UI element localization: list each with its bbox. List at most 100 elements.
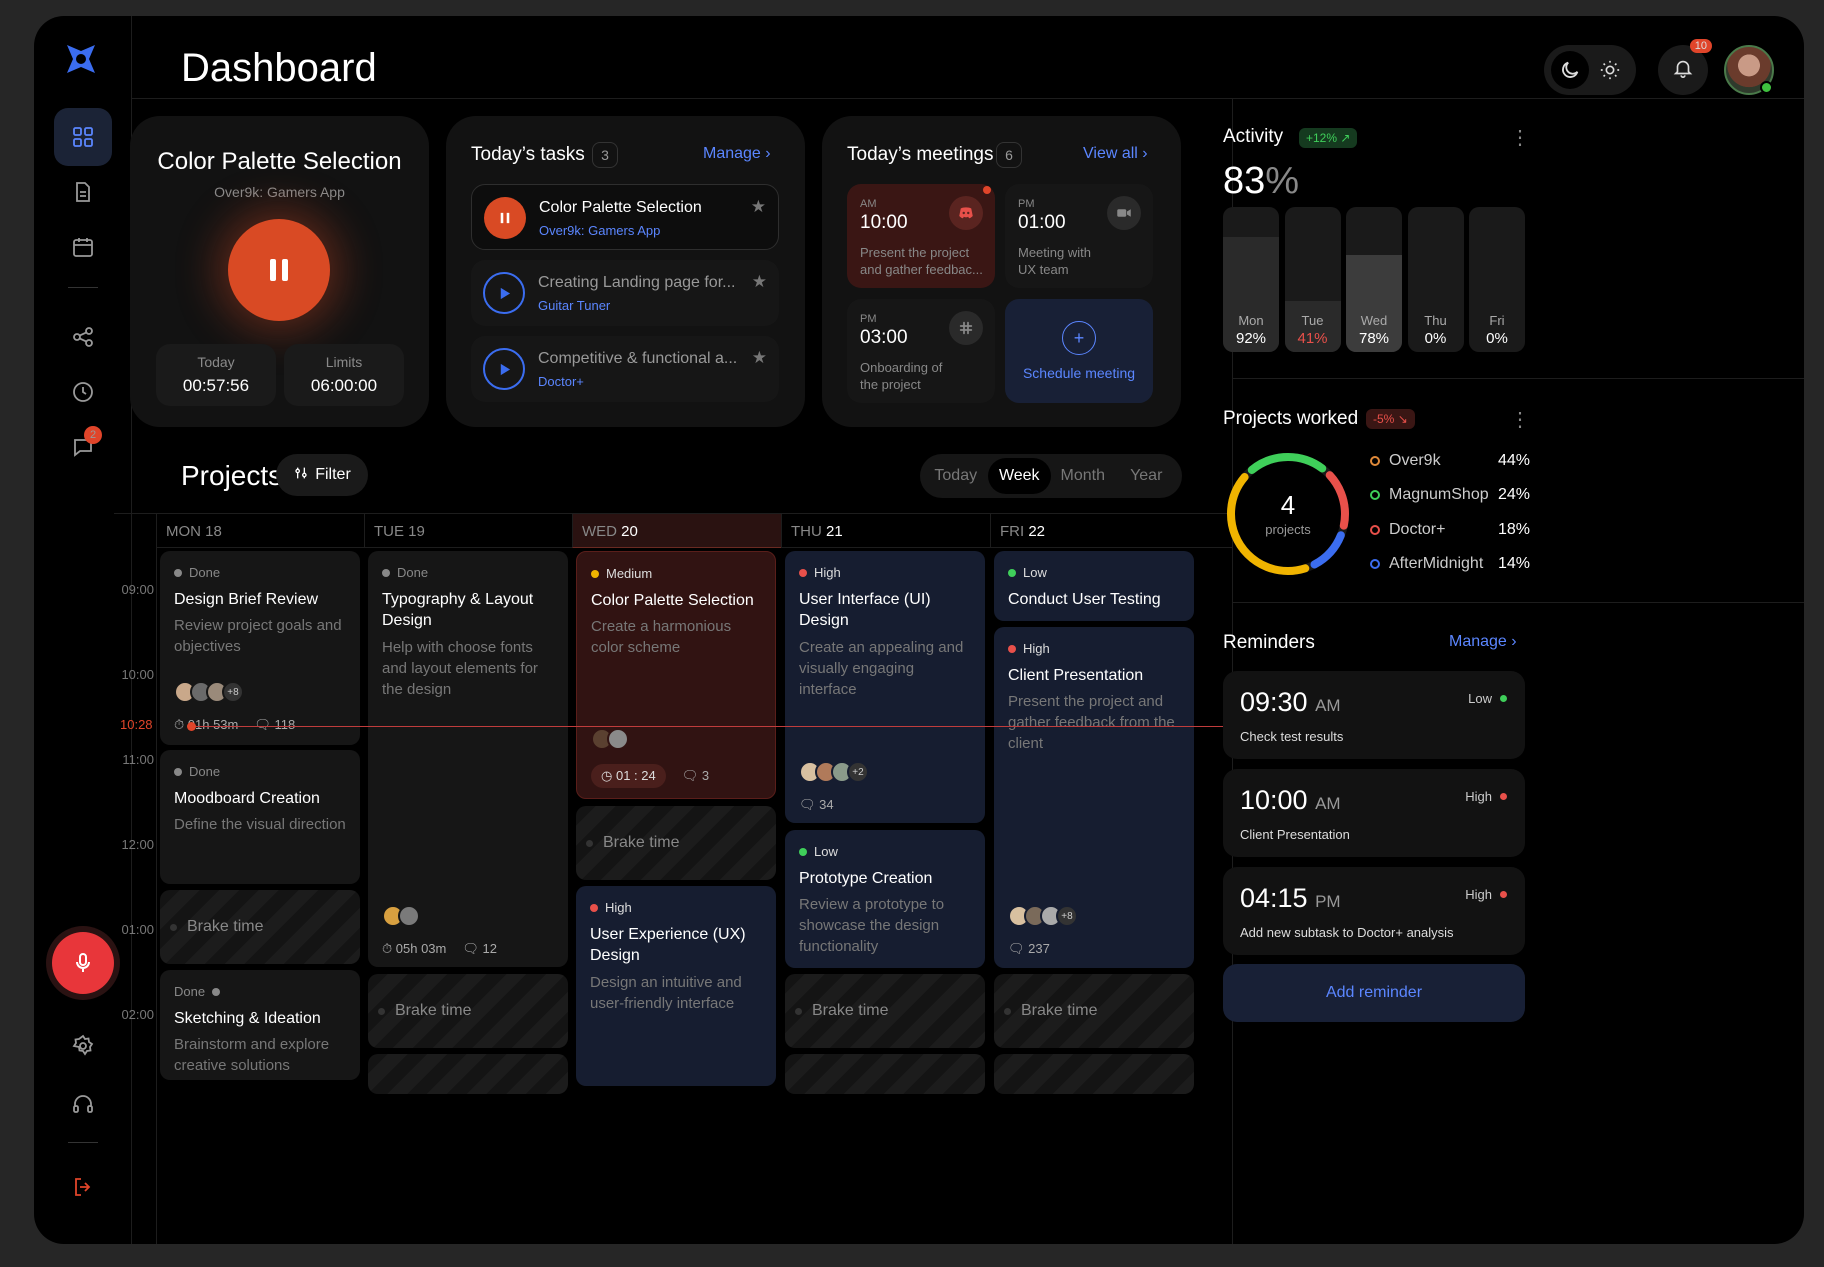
tasks-manage-link[interactable]: Manage › [703,145,771,163]
sun-icon[interactable] [1591,51,1629,89]
star-icon[interactable]: ★ [752,272,767,292]
theme-toggle[interactable] [1544,45,1636,95]
sidebar-divider [68,1142,98,1143]
task-name: Creating Landing page for... [538,274,736,291]
reminder-card[interactable]: 04:15 PM Add new subtask to Doctor+ anal… [1223,867,1525,955]
event-card[interactable]: High Client Presentation Present the pro… [994,627,1194,968]
range-today[interactable]: Today [924,458,988,494]
event-card[interactable]: High User Experience (UX) Design Design … [576,886,776,1086]
meeting-card[interactable]: PM 01:00 Meeting with UX team [1005,184,1153,288]
event-status: Done [174,984,221,999]
meeting-time: 01:00 [1018,212,1066,233]
event-status: Done [174,565,220,580]
event-card[interactable]: High User Interface (UI) Design Create a… [785,551,985,823]
activity-change-badge: +12% ↗ [1299,128,1358,148]
play-icon[interactable] [483,348,525,390]
meeting-card[interactable]: AM 10:00 Present the project and gather … [847,184,995,288]
activity-bar-day: Tue [1301,313,1324,328]
activity-bar-pct: 78% [1358,330,1390,347]
event-status: Low [1008,565,1047,580]
task-item[interactable]: Creating Landing page for... Guitar Tune… [471,260,779,326]
add-reminder-button[interactable]: Add reminder [1223,964,1525,1022]
meetings-view-all-link[interactable]: View all › [1083,145,1148,163]
meeting-ampm: AM [860,198,877,210]
reminder-card[interactable]: 10:00 AM Client Presentation High [1223,769,1525,857]
dashboard-icon[interactable] [54,108,112,166]
brake-time-block [785,1054,985,1094]
user-avatar[interactable] [1724,45,1774,95]
event-title: Color Palette Selection [591,592,754,609]
event-title: Typography & Layout Design [382,591,534,629]
event-status: Done [174,764,220,779]
messages-icon[interactable]: 2 [54,418,112,476]
projects-worked-menu-icon[interactable]: ⋮ [1510,410,1530,430]
headset-icon[interactable] [54,1075,112,1133]
comment-icon: 🗨 12 [462,941,497,956]
settings-icon[interactable] [54,1017,112,1075]
filter-button[interactable]: Filter [276,454,368,496]
event-card[interactable]: Done Design Brief Review Review project … [160,551,360,745]
brake-time-block: Brake time [160,890,360,964]
brake-time-block: Brake time [994,974,1194,1048]
play-icon[interactable] [483,272,525,314]
comment-icon: 🗨 118 [254,717,296,732]
star-icon[interactable]: ★ [752,348,767,368]
event-card[interactable]: Done Typography & Layout Design Help wit… [368,551,568,967]
event-avatars [591,728,629,750]
range-year[interactable]: Year [1115,458,1179,494]
pause-icon[interactable] [484,197,526,239]
time-label: 01:00 [121,922,154,937]
reminders-manage-link[interactable]: Manage › [1449,633,1517,651]
document-icon[interactable] [54,163,112,221]
clock-icon[interactable] [54,363,112,421]
pause-button[interactable] [228,219,330,321]
event-title: Sketching & Ideation [174,1010,321,1027]
moon-icon[interactable] [1551,51,1589,89]
event-status: Medium [591,566,652,581]
task-item[interactable]: Competitive & functional a... Doctor+ ★ [471,336,779,402]
share-icon[interactable] [54,308,112,366]
logout-icon[interactable] [54,1158,112,1216]
event-card[interactable]: Low Conduct User Testing [994,551,1194,621]
sidebar: 2 [34,16,132,1244]
event-avatars: +8 [174,681,244,703]
reminder-card[interactable]: 09:30 AM Check test results Low [1223,671,1525,759]
meeting-time: 10:00 [860,212,908,233]
event-desc: Design an intuitive and user-friendly in… [590,974,742,1012]
range-month[interactable]: Month [1051,458,1115,494]
legend-dot [1370,490,1380,500]
event-title: User Experience (UX) Design [590,926,746,964]
activity-bar-pct: 41% [1297,330,1328,347]
event-card[interactable]: Done Moodboard Creation Define the visua… [160,750,360,884]
activity-bar-pct: 0% [1424,330,1447,347]
range-selector[interactable]: Today Week Month Year [920,454,1182,498]
task-item[interactable]: Color Palette Selection Over9k: Gamers A… [471,184,779,250]
chevron-right-icon: › [1511,633,1517,650]
comment-icon: 🗨 3 [681,768,710,783]
event-status: High [1008,641,1050,656]
event-card-active[interactable]: Medium Color Palette Selection Create a … [576,551,776,799]
event-card[interactable]: Done Sketching & Ideation Brainstorm and… [160,970,360,1080]
microphone-button[interactable] [52,932,114,994]
brake-time-block: Brake time [785,974,985,1048]
meeting-desc: Meeting with UX team [1018,245,1091,277]
app-logo[interactable] [64,42,98,76]
range-week[interactable]: Week [987,458,1051,494]
comment-icon: 🗨 34 [799,797,834,812]
notification-badge: 10 [1689,39,1712,53]
star-icon[interactable]: ★ [751,197,766,217]
event-card[interactable]: Low Prototype Creation Review a prototyp… [785,830,985,968]
notification-button[interactable]: 10 [1658,39,1712,95]
comment-icon: 🗨 237 [1008,941,1050,956]
activity-menu-icon[interactable]: ⋮ [1510,128,1530,148]
schedule-meeting-button[interactable]: + Schedule meeting [1005,299,1153,403]
calendar-icon[interactable] [54,218,112,276]
timer-icon: ⏱ 05h 03m [382,941,447,956]
meeting-ampm: PM [1018,198,1035,210]
event-desc: Brainstorm and explore creative solution… [174,1036,330,1074]
activity-bar-day: Thu [1424,313,1447,328]
timer-icon: ◷ 01 : 24 [591,764,666,788]
event-title: User Interface (UI) Design [799,591,931,629]
legend-item: Doctor+ 18% [1370,521,1530,539]
meeting-card[interactable]: PM 03:00 Onboarding of the project [847,299,995,403]
